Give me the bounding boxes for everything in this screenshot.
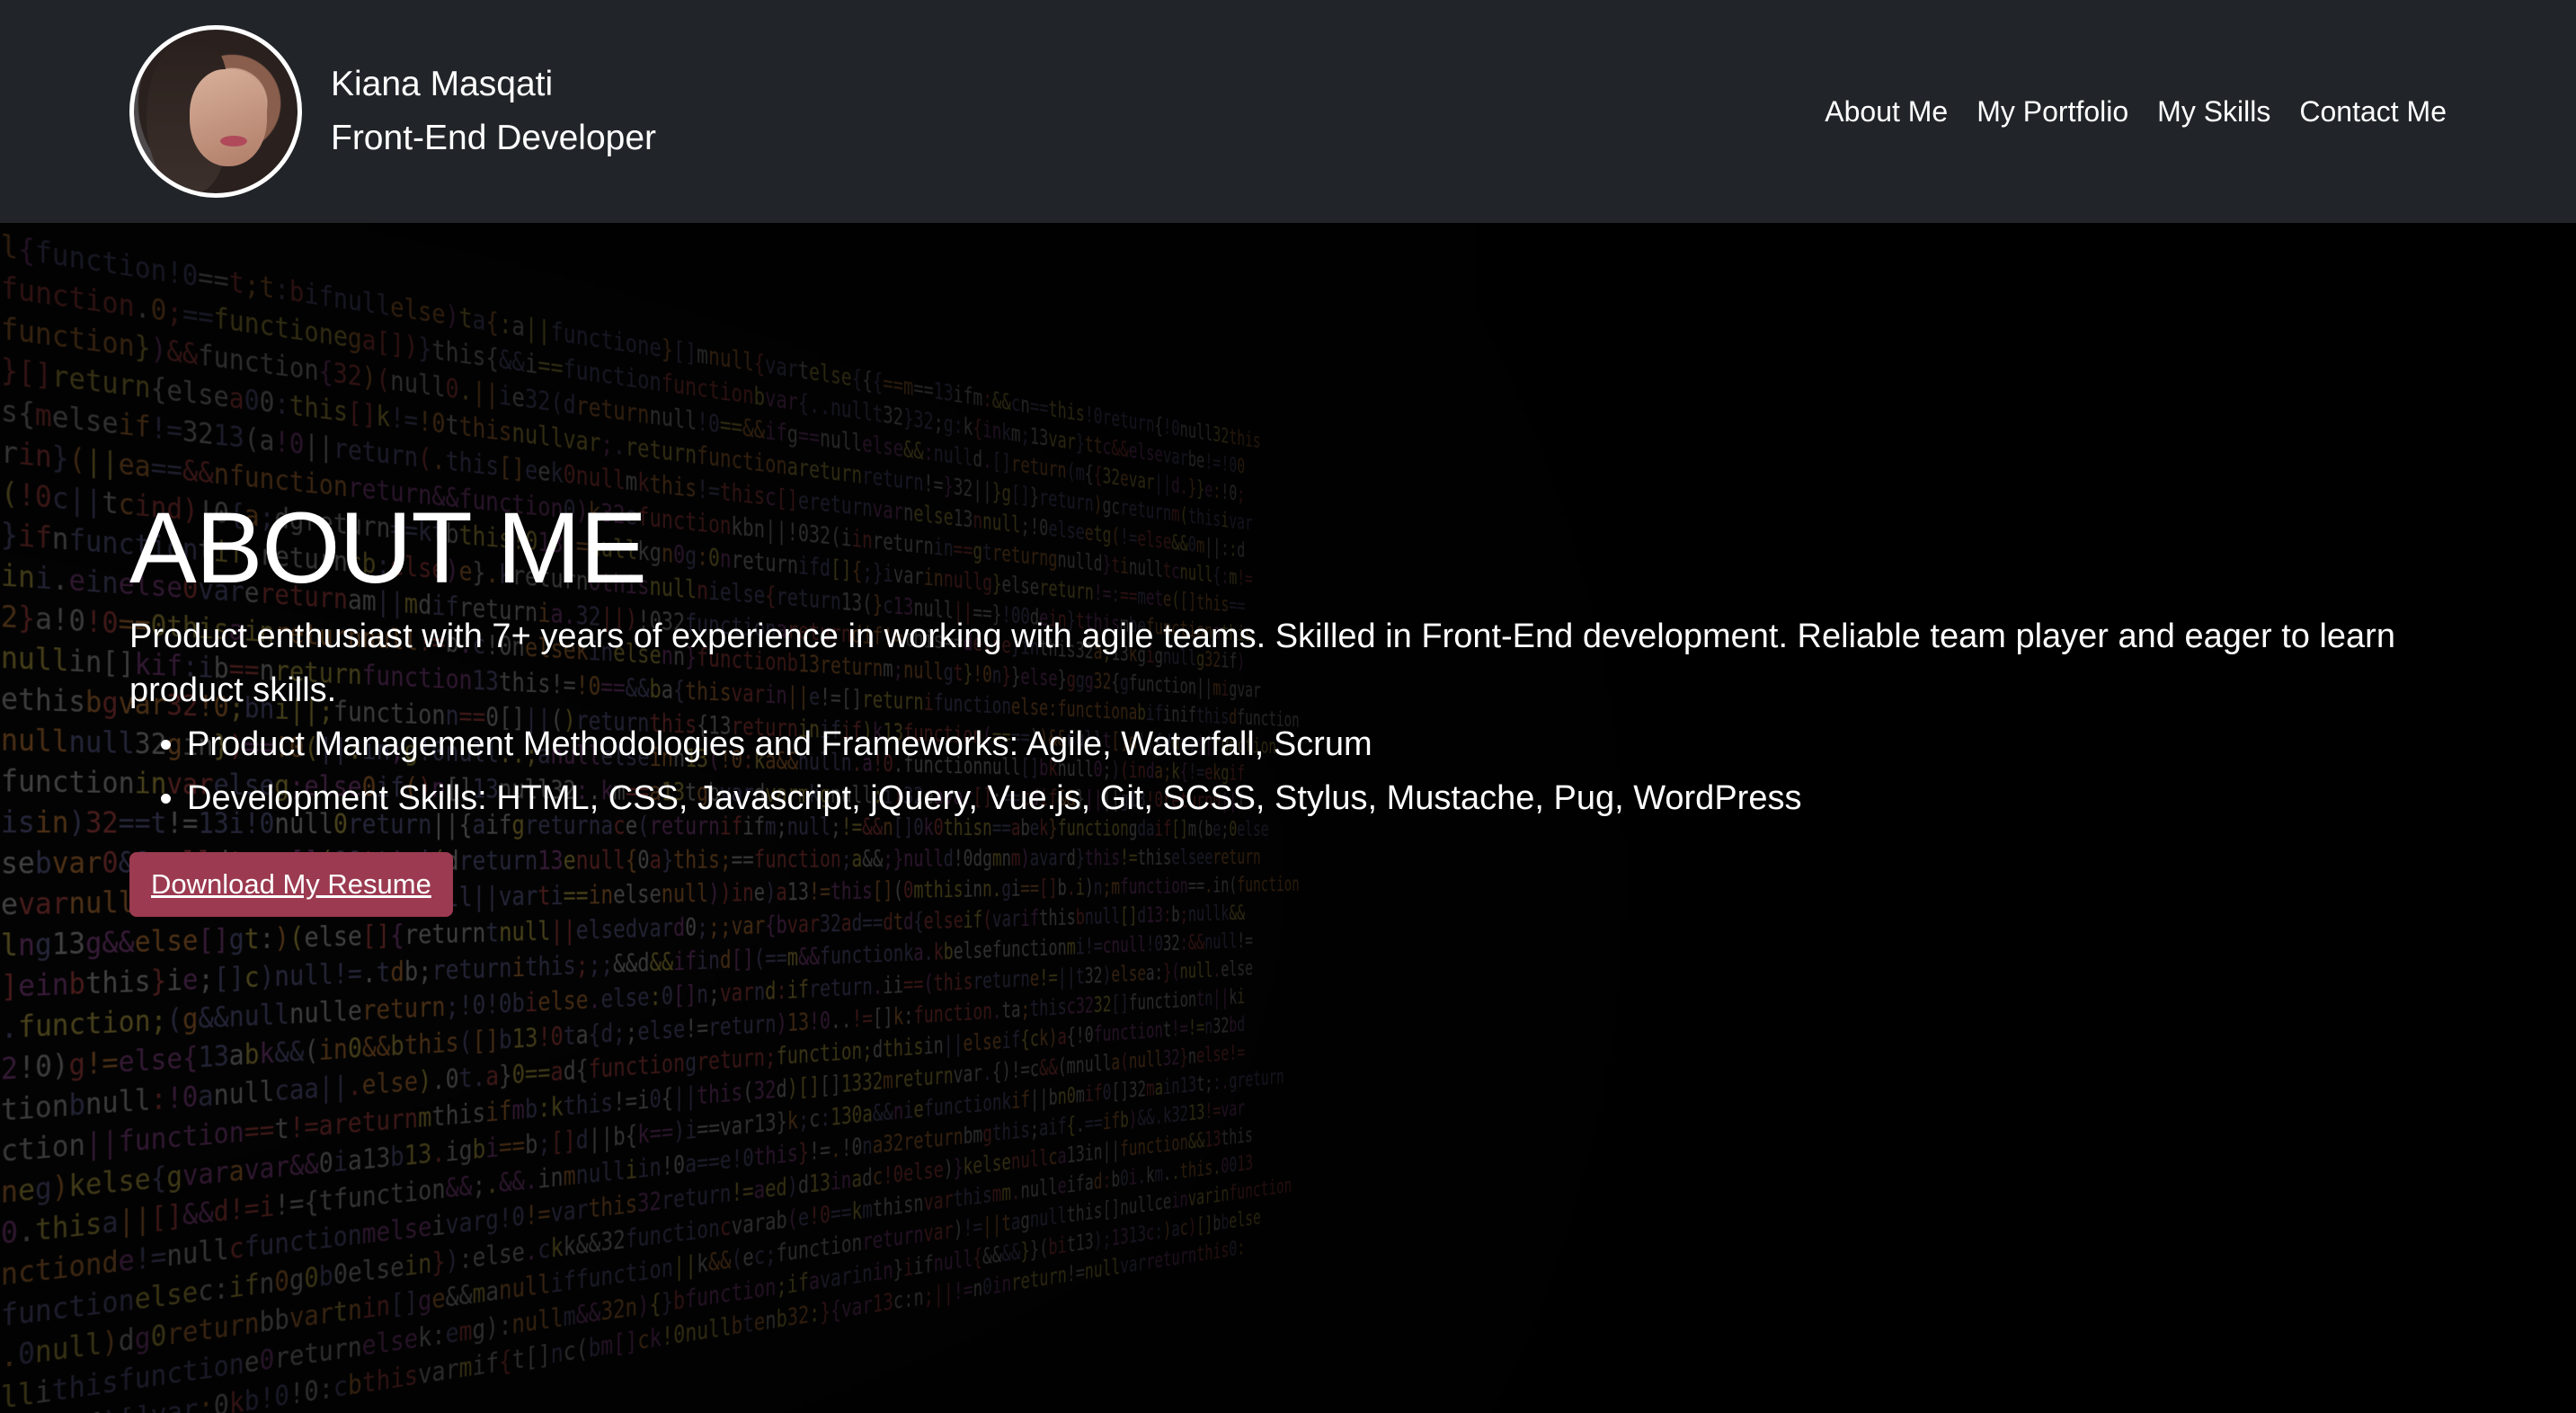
- about-content: ABOUT ME Product enthusiast with 7+ year…: [129, 494, 2466, 917]
- nav-link-my-portfolio[interactable]: My Portfolio: [1962, 90, 2143, 133]
- brand-text: Kiana Masqati Front-End Developer: [331, 58, 656, 165]
- brand-name: Kiana Masqati: [331, 65, 554, 103]
- brand[interactable]: Kiana Masqati Front-End Developer: [129, 25, 656, 198]
- nav-link-contact-me[interactable]: Contact Me: [2285, 90, 2447, 133]
- nav-link-my-skills[interactable]: My Skills: [2143, 90, 2285, 133]
- skills-list: Product Management Methodologies and Fra…: [129, 717, 2466, 825]
- skills-list-item: Product Management Methodologies and Fra…: [187, 717, 2466, 771]
- skills-list-item: Development Skills: HTML, CSS, Javascrip…: [187, 771, 2466, 825]
- brand-role: Front-End Developer: [331, 119, 657, 157]
- main-nav: About Me My Portfolio My Skills Contact …: [1810, 90, 2447, 133]
- download-resume-button[interactable]: Download My Resume: [129, 852, 453, 917]
- avatar: [129, 25, 302, 198]
- about-title: ABOUT ME: [129, 492, 647, 604]
- about-description: Product enthusiast with 7+ years of expe…: [129, 618, 2395, 709]
- navbar: Kiana Masqati Front-End Developer About …: [0, 0, 2576, 223]
- nav-link-about-me[interactable]: About Me: [1810, 90, 1962, 133]
